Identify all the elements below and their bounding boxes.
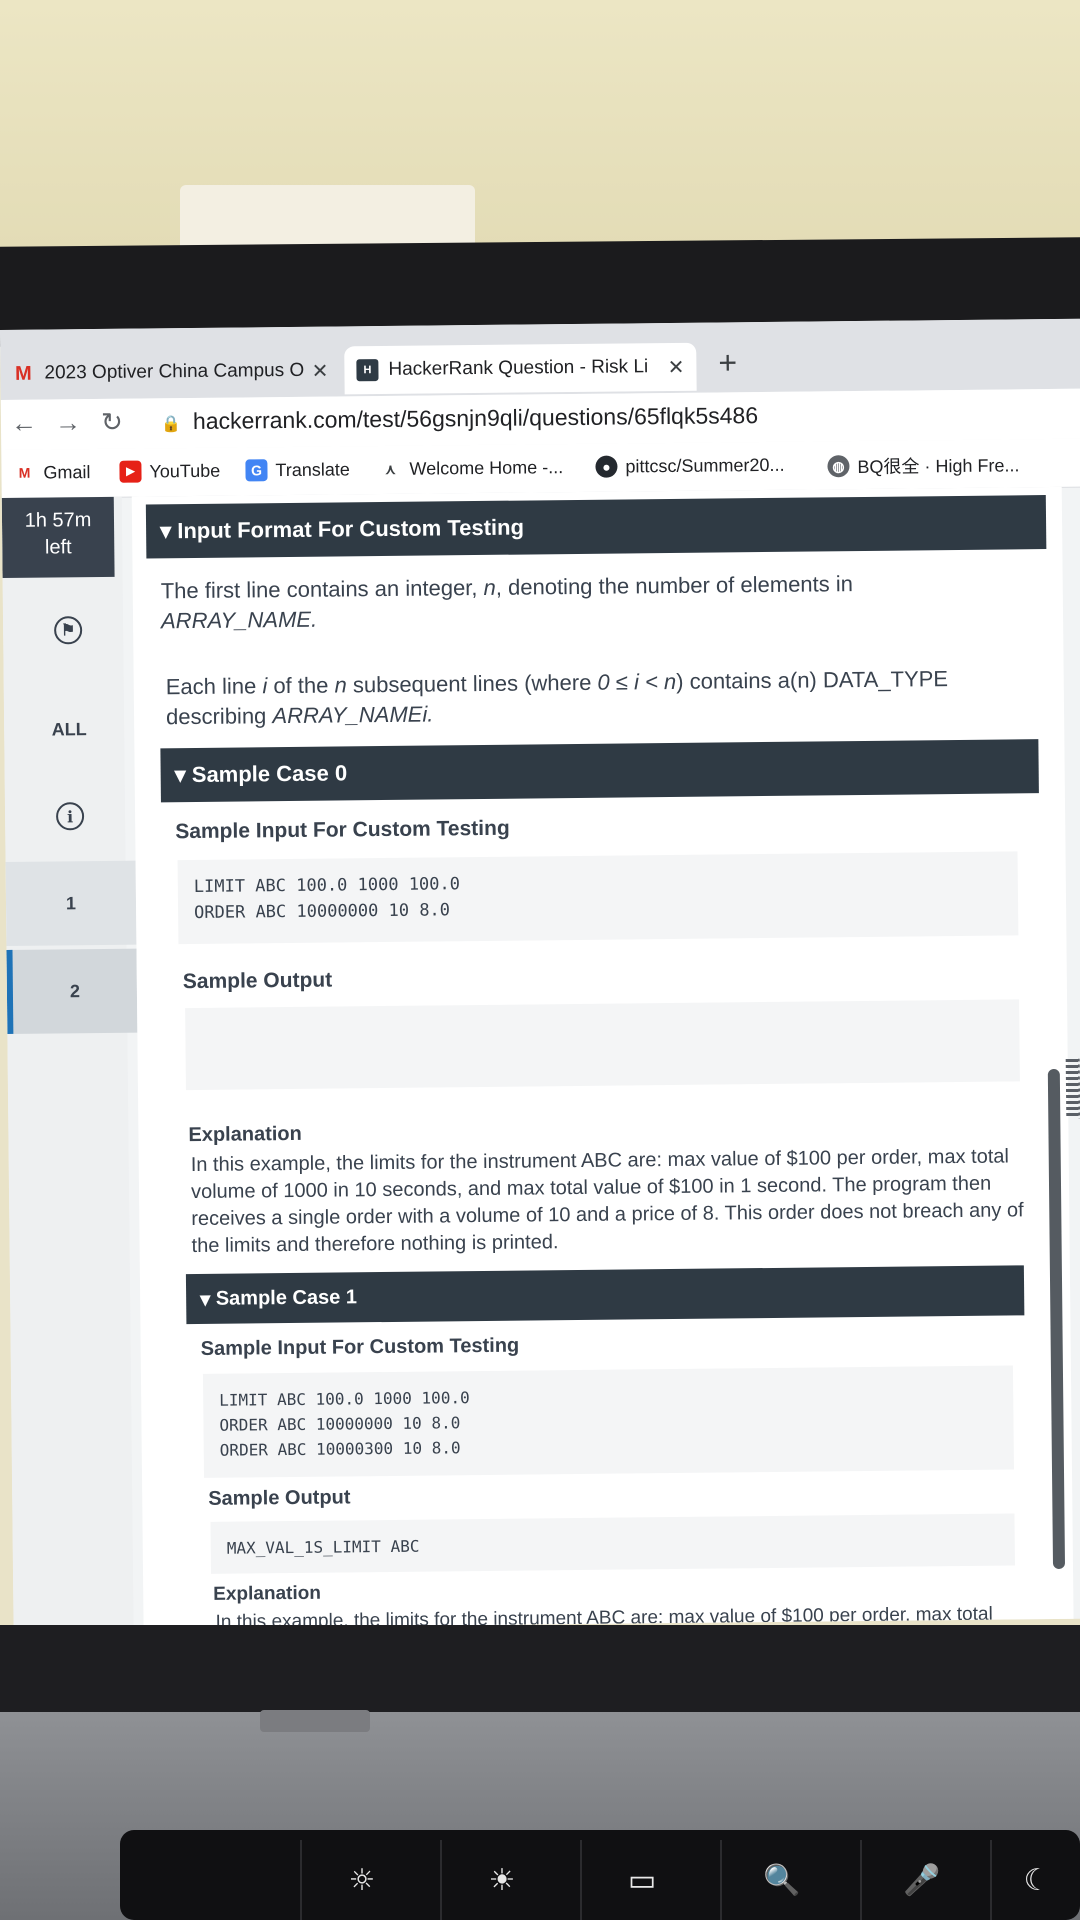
bookmark-pittcsc[interactable]: ● pittcsc/Summer20...	[595, 454, 785, 478]
explanation-label: Explanation	[188, 1122, 302, 1147]
chevron-down-icon: ▾	[174, 762, 192, 788]
sample-input-code: LIMIT ABC 100.0 1000 100.0 ORDER ABC 100…	[177, 851, 1019, 945]
sidebar-item-bookmark[interactable]: ⚑	[3, 597, 134, 664]
input-format-paragraph-2: Each line i of the n subsequent lines (w…	[165, 666, 949, 730]
bookmark-youtube[interactable]: ▶ YouTube	[119, 460, 220, 483]
laptop-bezel-bottom	[0, 1625, 1080, 1715]
forward-icon[interactable]: →	[55, 407, 81, 438]
mission-control-icon[interactable]: ▭	[580, 1840, 702, 1920]
back-icon[interactable]: ←	[11, 408, 37, 439]
flag-icon: ⚑	[54, 616, 83, 645]
resize-grip-icon[interactable]	[1065, 1058, 1080, 1119]
close-icon[interactable]: ✕	[312, 358, 329, 383]
explanation-text: In this example, the limits for the inst…	[190, 1145, 1024, 1258]
chevron-down-icon: ▾	[159, 518, 178, 544]
bookmark-welcome-home[interactable]: ⋏ Welcome Home -...	[379, 456, 563, 480]
search-icon[interactable]: 🔍	[720, 1840, 842, 1920]
info-icon: i	[55, 802, 85, 831]
question-sidebar	[1, 496, 134, 1630]
hackerrank-icon: H	[356, 359, 379, 382]
globe-icon: ◍	[827, 455, 850, 478]
sample-input-label: Sample Input For Custom Testing	[200, 1334, 520, 1360]
gmail-icon: M	[18, 464, 31, 481]
explanation-label: Explanation	[213, 1582, 322, 1605]
sample-output-label: Sample Output	[182, 968, 333, 994]
sidebar-item-info[interactable]: i	[5, 781, 136, 852]
sidebar-item-all[interactable]: ALL	[4, 699, 135, 760]
brightness-up-icon[interactable]: ☀	[440, 1840, 562, 1920]
gmail-icon: M	[14, 362, 32, 385]
bookmark-bq[interactable]: ◍ BQ很全 · High Fre...	[827, 451, 1020, 479]
sample-output-label: Sample Output	[208, 1486, 351, 1510]
time-remaining: 1h 57m left	[1, 496, 115, 578]
sidebar-item-question-2[interactable]: 2	[6, 948, 138, 1034]
tab-gmail[interactable]: M 2023 Optiver China Campus O ✕	[0, 346, 340, 398]
reload-icon[interactable]: ↻	[101, 407, 123, 438]
bookmark-translate[interactable]: G Translate	[245, 458, 350, 482]
sidebar-item-question-1[interactable]: 1	[5, 860, 137, 946]
background-wall	[0, 0, 1080, 250]
sample-case-1-header[interactable]: ▾ Sample Case 1	[185, 1265, 1025, 1325]
sample-input-code: LIMIT ABC 100.0 1000 100.0 ORDER ABC 100…	[202, 1365, 1014, 1478]
close-icon[interactable]: ✕	[668, 354, 685, 379]
tab-bar: M 2023 Optiver China Campus O ✕ H Hacker…	[0, 318, 1080, 400]
new-tab-button[interactable]: +	[718, 344, 737, 381]
tab-hackerrank[interactable]: H HackerRank Question - Risk Li ✕	[344, 342, 697, 395]
chevron-down-icon: ▾	[200, 1288, 216, 1311]
laptop-hinge	[260, 1710, 370, 1732]
microphone-icon[interactable]: 🎤	[860, 1840, 982, 1920]
tab-title: HackerRank Question - Risk Li	[388, 356, 649, 380]
lock-icon[interactable]: 🔒	[161, 414, 181, 434]
translate-icon: G	[245, 459, 268, 482]
youtube-icon: ▶	[119, 460, 142, 483]
github-icon: ●	[595, 455, 618, 478]
tab-title: 2023 Optiver China Campus O	[44, 359, 304, 384]
sample-case-0-header[interactable]: ▾ Sample Case 0	[160, 739, 1039, 803]
welcome-icon: ⋏	[385, 460, 396, 477]
brightness-down-icon[interactable]: ☼	[300, 1840, 422, 1920]
sample-output-code: MAX_VAL_1S_LIMIT ABC	[210, 1513, 1015, 1574]
input-format-header[interactable]: ▾ Input Format For Custom Testing	[145, 495, 1047, 559]
laptop-screen: M 2023 Optiver China Campus O ✕ H Hacker…	[0, 318, 1080, 1630]
moon-icon[interactable]: ☾	[990, 1840, 1080, 1920]
sample-input-label: Sample Input For Custom Testing	[175, 816, 510, 844]
bookmark-gmail[interactable]: M Gmail	[13, 461, 91, 484]
sample-output-code	[185, 999, 1020, 1091]
input-format-paragraph-1: The first line contains an integer, n, d…	[160, 571, 854, 634]
